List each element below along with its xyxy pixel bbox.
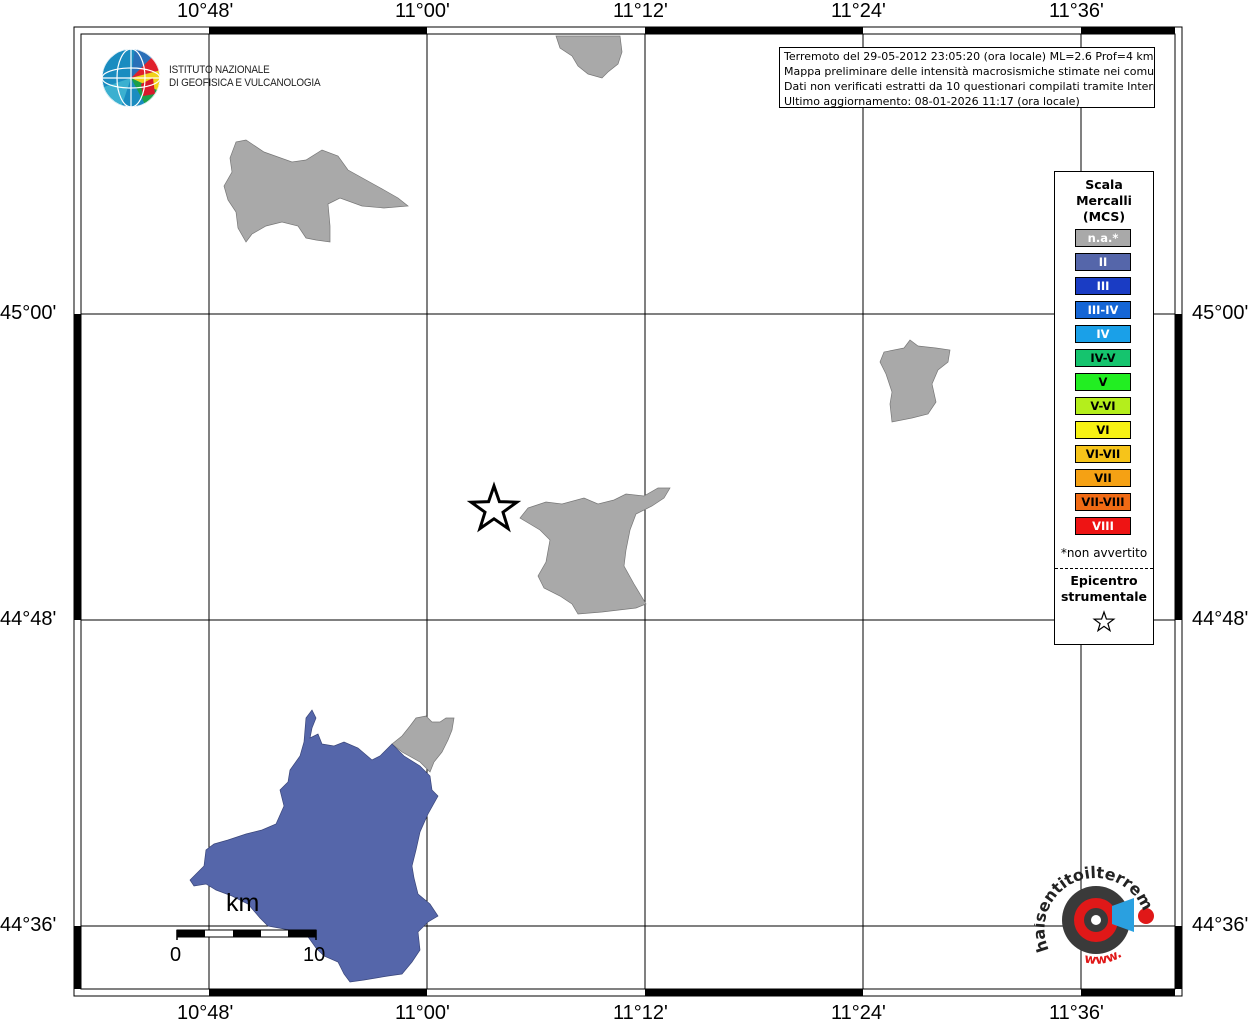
legend-item: III (1075, 277, 1131, 295)
legend-epicenter-label: Epicentro strumentale (1055, 573, 1153, 605)
legend-title-line-3: (MCS) (1082, 209, 1126, 224)
institute-line-1: ISTITUTO NAZIONALE (169, 64, 270, 76)
frame-bars-left (74, 314, 81, 989)
lat-label-left: 44°48' (0, 608, 57, 630)
lon-label-top: 10°48' (177, 0, 234, 22)
lon-label-top: 11°36' (1049, 0, 1104, 22)
legend-item: VIII (1075, 517, 1131, 535)
mcs-legend: Scala Mercalli (MCS) n.a.* II III III-IV IV I… (1054, 171, 1154, 645)
frame-bars-right (1175, 314, 1182, 989)
legend-epicenter-line-1: Epicentro (1070, 573, 1138, 588)
lon-label-bottom: 11°12' (613, 1002, 668, 1024)
legend-item: IV (1075, 325, 1131, 343)
info-line-2: Mappa preliminare delle intensità macros… (784, 65, 1155, 78)
lon-label-bottom: 11°00' (395, 1002, 450, 1024)
institute-line-2: DI GEOFISICA E VULCANOLOGIA (169, 77, 321, 89)
legend-note: *non avvertito (1060, 546, 1148, 560)
lon-label-top: 11°12' (613, 0, 668, 22)
municipality-grey-center (519, 487, 671, 615)
ingv-globe-icon (102, 49, 160, 107)
legend-separator (1055, 568, 1153, 569)
legend-item: n.a.* (1075, 229, 1131, 247)
legend-item: II (1075, 253, 1131, 271)
lat-label-left: 44°36' (0, 914, 57, 936)
info-line-3: Dati non verificati estratti da 10 quest… (784, 80, 1155, 93)
lat-label-right: 44°48' (1192, 608, 1249, 630)
legend-items: n.a.* II III III-IV IV IV-V V V-VI VI VI-VII VII VI… (1075, 229, 1131, 541)
legend-item: VI-VII (1075, 445, 1131, 463)
frame-bars-top (209, 27, 1175, 34)
legend-title-line-1: Scala (1085, 177, 1123, 192)
lon-label-bottom: 10°48' (177, 1002, 234, 1024)
legend-title: Scala Mercalli (MCS) (1055, 177, 1153, 225)
lon-label-bottom: 11°36' (1049, 1002, 1104, 1024)
legend-item: VI (1075, 421, 1131, 439)
scale-bar-end: 10 (303, 944, 326, 966)
legend-item: VII (1075, 469, 1131, 487)
legend-epicenter-line-2: strumentale (1060, 589, 1148, 604)
info-line-1: Terremoto del 29-05-2012 23:05:20 (ora l… (784, 50, 1154, 63)
haisentito-logo-icon: haisentitoilterremoto.it www. (1034, 858, 1157, 968)
lat-label-left: 45°00' (0, 302, 57, 324)
legend-item: IV-V (1075, 349, 1131, 367)
legend-item: III-IV (1075, 301, 1131, 319)
municipality-grey-east (879, 339, 951, 423)
legend-item: V-VI (1075, 397, 1131, 415)
lat-label-right: 45°00' (1192, 302, 1249, 324)
legend-title-line-2: Mercalli (1076, 193, 1132, 208)
legend-item: VII-VIII (1075, 493, 1131, 511)
earthquake-info-box: Terremoto del 29-05-2012 23:05:20 (ora l… (779, 47, 1155, 108)
lon-label-top: 11°00' (395, 0, 450, 22)
ingv-institute-name: ISTITUTO NAZIONALE DI GEOFISICA E VULCAN… (169, 64, 321, 90)
lat-label-right: 44°36' (1192, 914, 1249, 936)
epicenter-star-icon (1092, 610, 1116, 633)
municipality-grey-top (555, 35, 623, 79)
epicenter-star-marker (466, 481, 522, 533)
lon-label-bottom: 11°24' (831, 1002, 886, 1024)
legend-item: V (1075, 373, 1131, 391)
scale-bar (176, 929, 317, 940)
lon-label-top: 11°24' (831, 0, 886, 22)
scale-bar-start: 0 (170, 944, 182, 966)
scale-bar-unit: km (226, 889, 260, 917)
frame-bars-bottom (209, 989, 1175, 996)
municipality-grey-northwest (223, 139, 409, 243)
info-line-4: Ultimo aggiornamento: 08-01-2026 11:17 (… (784, 95, 1080, 108)
